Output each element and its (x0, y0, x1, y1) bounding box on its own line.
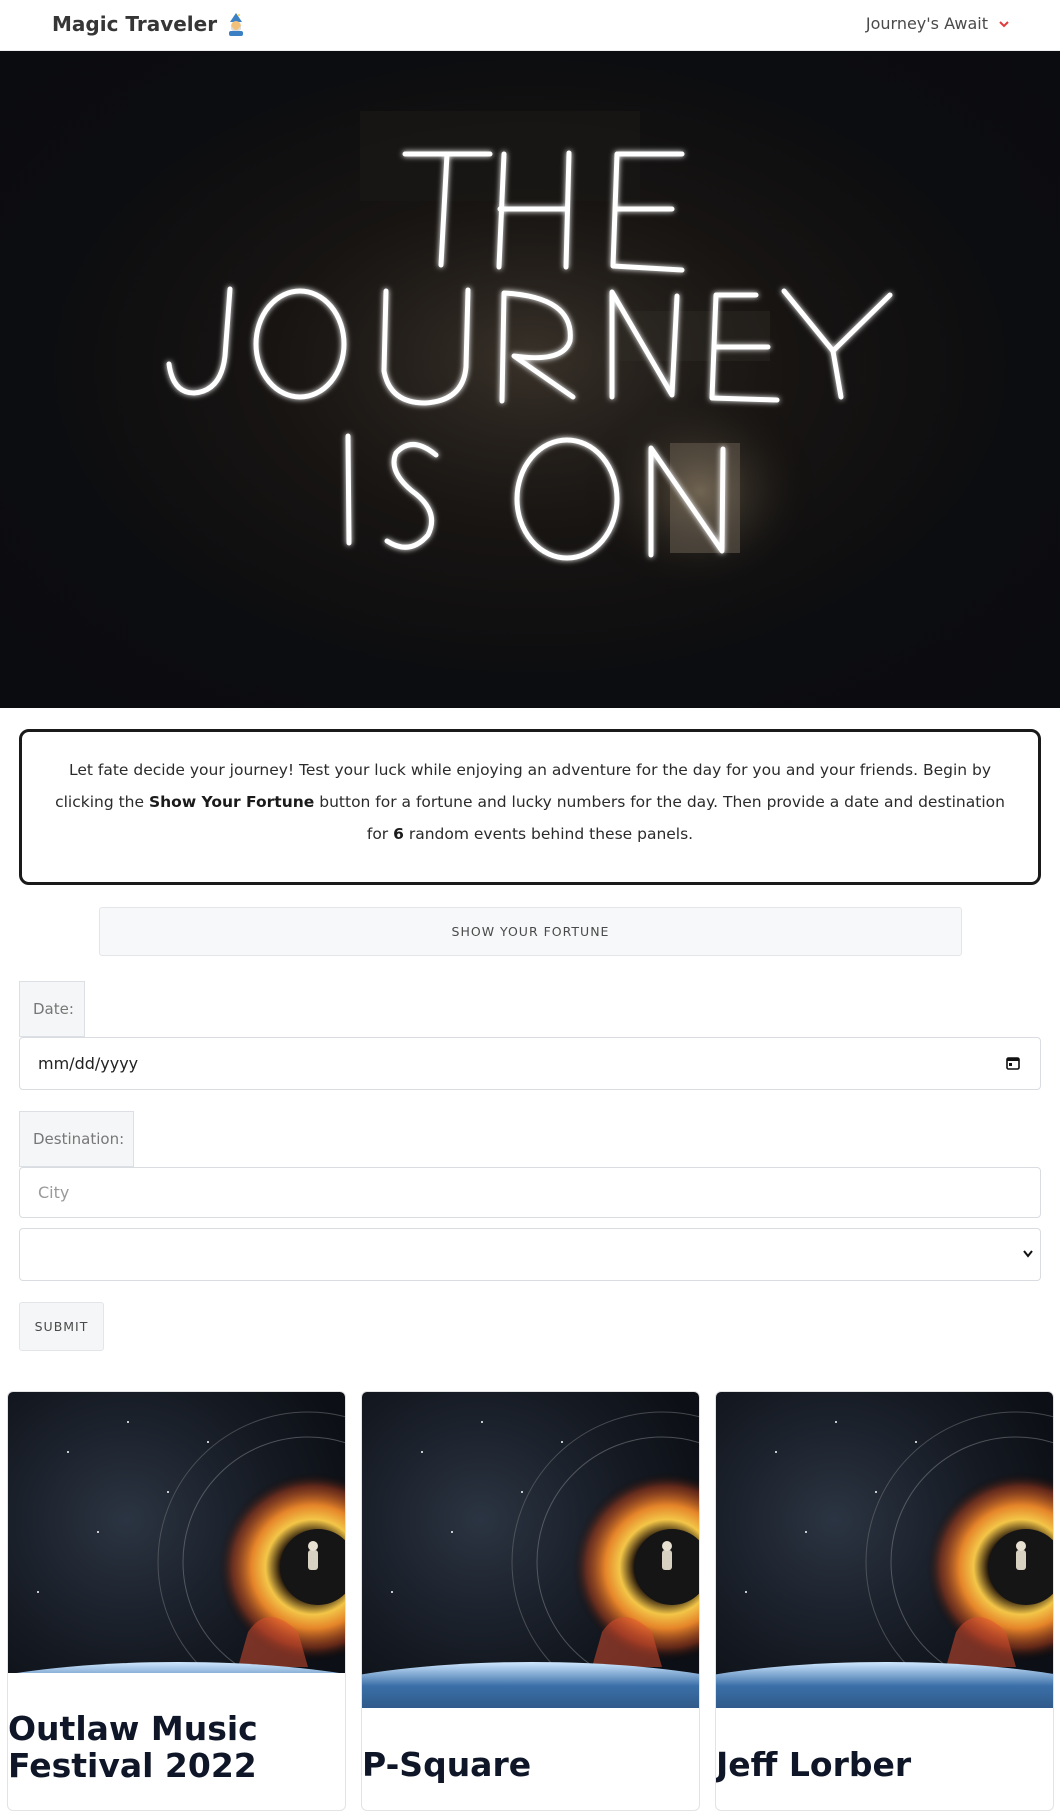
event-title[interactable]: Outlaw Music Festival 2022 (8, 1710, 345, 1784)
destination-label: Destination: (19, 1111, 134, 1167)
neon-sign-image (166, 111, 893, 601)
brand-logo[interactable]: Magic Traveler (52, 12, 247, 36)
black-hole-astronaut-image[interactable] (8, 1392, 345, 1673)
event-title[interactable]: Jeff Lorber (716, 1746, 911, 1783)
intro-bold-fortune: Show Your Fortune (148, 793, 315, 811)
black-hole-astronaut-image[interactable] (716, 1392, 1053, 1708)
event-title[interactable]: P-Square (362, 1746, 531, 1783)
intro-panel: Let fate decide your journey! Test your … (19, 729, 1041, 885)
show-fortune-button[interactable]: SHOW YOUR FORTUNE (99, 907, 962, 956)
event-card[interactable]: P-Square (361, 1391, 700, 1811)
journeys-dropdown[interactable]: Journey's Await (866, 14, 1010, 33)
date-label: Date: (19, 981, 85, 1037)
submit-button[interactable]: SUBMIT (19, 1302, 104, 1351)
city-input[interactable]: City (19, 1167, 1041, 1218)
chevron-down-icon[interactable] (1022, 1249, 1034, 1259)
hero-image (0, 51, 1060, 708)
date-input[interactable]: mm/dd/yyyy (19, 1037, 1041, 1090)
navbar: Magic Traveler Journey's Await (0, 0, 1060, 51)
calendar-icon[interactable] (1006, 1056, 1020, 1070)
event-card[interactable]: Outlaw Music Festival 2022 (7, 1391, 346, 1811)
date-placeholder: mm/dd/yyyy (38, 1054, 139, 1073)
destination-select[interactable] (19, 1228, 1041, 1281)
dropdown-label[interactable]: Journey's Await (866, 14, 988, 33)
city-placeholder: City (38, 1183, 70, 1202)
chevron-down-icon[interactable] (998, 18, 1010, 30)
brand-name[interactable]: Magic Traveler (52, 12, 217, 36)
intro-text-3: random events behind these panels. (408, 825, 694, 843)
wizard-emoji-icon (229, 13, 244, 36)
black-hole-astronaut-image[interactable] (362, 1392, 699, 1708)
event-card[interactable]: Jeff Lorber (715, 1391, 1054, 1811)
intro-bold-count: 6 (393, 825, 404, 843)
